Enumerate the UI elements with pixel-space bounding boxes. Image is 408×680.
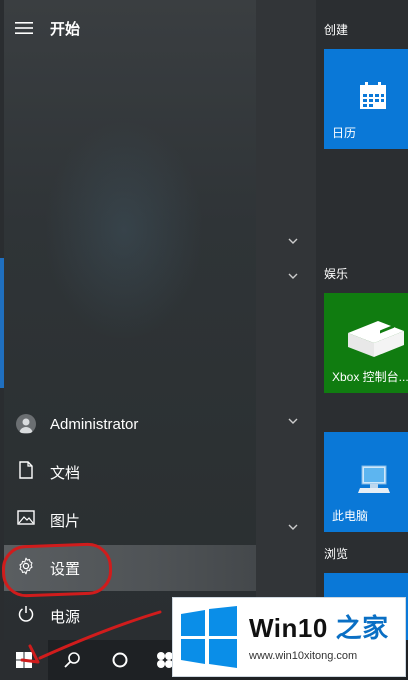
menu-item-label: Administrator [50,415,139,433]
tile-calendar[interactable]: 日历 [324,49,408,149]
xbox-console-icon [344,315,408,368]
tile-label: 此电脑 [332,509,369,523]
tile-group-label[interactable]: 娱乐 [324,265,348,282]
menu-item-label: 图片 [50,512,81,530]
calendar-icon [358,81,388,116]
menu-item-label: 文档 [50,464,81,482]
hamburger-menu-icon[interactable] [4,0,44,56]
windows-logo-icon [179,606,239,668]
watermark-brand: Win10 [249,613,328,643]
tile-xbox-console[interactable]: Xbox 控制台... [324,293,408,393]
chevron-down-icon[interactable] [286,236,300,246]
tile-this-pc[interactable]: 此电脑 [324,432,408,532]
menu-item-pictures[interactable]: 图片 [4,497,256,543]
tile-group-label[interactable]: 浏览 [324,545,348,562]
tile-label: Xbox 控制台... [332,370,408,384]
user-avatar-icon [16,414,36,434]
document-icon [19,460,33,484]
watermark-url: www.win10xitong.com [249,650,358,662]
group-collapse-column [256,0,316,640]
tile-label: 日历 [332,126,357,140]
watermark-title: Win10 之家 [249,608,389,645]
chevron-down-icon[interactable] [286,522,300,532]
chevron-down-icon[interactable] [286,271,300,281]
pictures-icon [17,510,35,530]
tile-group-label[interactable]: 创建 [324,21,348,38]
menu-item-user[interactable]: Administrator [4,401,256,447]
menu-item-documents[interactable]: 文档 [4,449,256,495]
annotation-highlight-oval [1,542,113,598]
annotation-arrow [20,610,162,664]
start-menu-header: 开始 [4,0,256,56]
watermark-badge: Win10 之家 www.win10xitong.com [172,597,406,677]
start-menu-title: 开始 [50,20,81,38]
computer-icon [356,464,392,501]
watermark-brand-suffix: 之家 [335,613,389,643]
chevron-down-icon[interactable] [286,416,300,426]
